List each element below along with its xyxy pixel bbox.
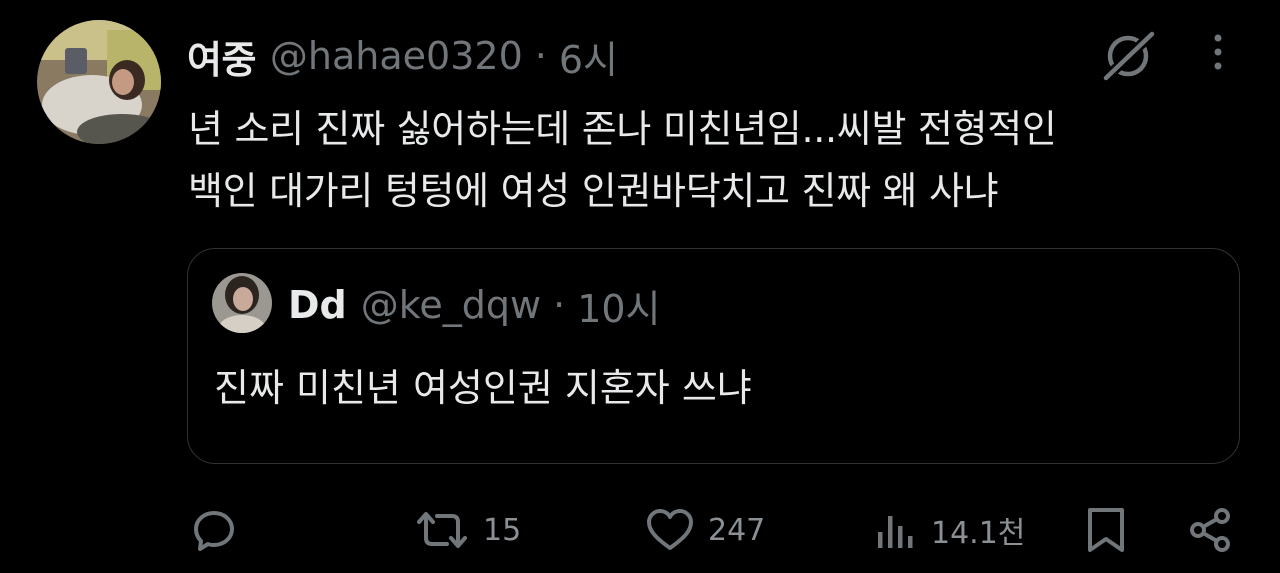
- tweet[interactable]: 여중 @hahae0320 · 6시 년 소리 진짜 싫어하는데 존나 미친년임…: [0, 0, 1280, 573]
- separator-dot: ·: [534, 34, 547, 78]
- display-name[interactable]: 여중: [187, 29, 256, 84]
- quoted-text: 진짜 미친년 여성인권 지혼자 쓰냐: [214, 366, 752, 410]
- avatar[interactable]: [37, 20, 161, 144]
- quoted-display-name[interactable]: Dd: [288, 283, 347, 327]
- share-button[interactable]: [1186, 490, 1234, 570]
- bookmark-button[interactable]: [1084, 490, 1128, 570]
- quoted-user-handle[interactable]: @ke_dqw: [361, 283, 541, 327]
- retweet-count: 15: [483, 512, 522, 548]
- tweet-text-line: 백인 대가리 텅텅에 여성 인권바닥치고 진짜 왜 사냐: [188, 169, 999, 213]
- quoted-tweet[interactable]: Dd @ke_dqw · 10시 진짜 미친년 여성인권 지혼자 쓰냐: [187, 248, 1240, 464]
- views-count: 14.1천: [931, 516, 1026, 551]
- reply-icon: [194, 511, 234, 551]
- quoted-timestamp[interactable]: 10시: [577, 278, 660, 333]
- tweet-text-line: 년 소리 진짜 싫어하는데 존나 미친년임...씨발 전형적인: [188, 107, 1057, 151]
- like-count: 247: [708, 512, 766, 548]
- retweet-icon: [417, 512, 467, 548]
- user-handle[interactable]: @hahae0320: [270, 34, 523, 78]
- views-icon: [878, 516, 913, 548]
- grok-icon[interactable]: [1098, 26, 1158, 86]
- separator-dot: ·: [553, 283, 566, 327]
- heart-icon: [647, 509, 693, 550]
- share-icon: [1190, 508, 1230, 552]
- tweet-text: 년 소리 진짜 싫어하는데 존나 미친년임...씨발 전형적인 백인 대가리 텅…: [188, 98, 1248, 222]
- quoted-avatar[interactable]: [212, 273, 272, 333]
- action-bar: 15 247 14.1천: [0, 490, 1280, 570]
- bookmark-icon: [1088, 508, 1124, 552]
- more-options-icon[interactable]: [1198, 30, 1238, 74]
- reply-button[interactable]: [190, 490, 238, 570]
- like-button[interactable]: 247: [644, 490, 765, 570]
- tweet-header: 여중 @hahae0320 · 6시: [187, 28, 618, 84]
- retweet-button[interactable]: 15: [413, 490, 521, 570]
- timestamp[interactable]: 6시: [559, 29, 618, 84]
- views-button[interactable]: 14.1천: [875, 490, 1025, 570]
- quoted-header: Dd @ke_dqw · 10시: [288, 277, 661, 333]
